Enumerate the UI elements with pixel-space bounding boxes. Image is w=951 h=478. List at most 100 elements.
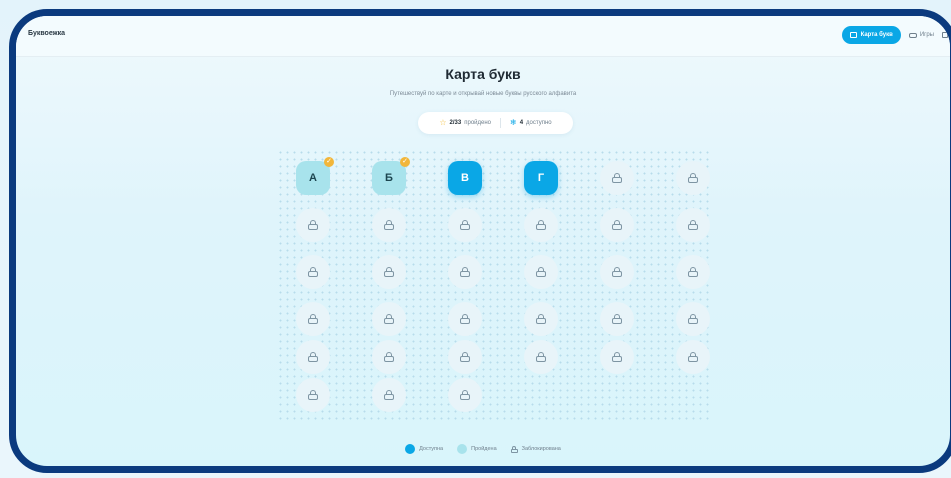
locked-letter-tile[interactable] [448, 302, 482, 336]
legend-item-available: Доступна [405, 444, 443, 454]
locked-letter-tile[interactable] [372, 208, 406, 242]
letter-label: В [461, 172, 469, 184]
locked-letter-tile[interactable] [600, 161, 634, 195]
available-label: доступно [526, 120, 552, 126]
locked-letter-tile[interactable] [296, 208, 330, 242]
locked-letter-tile[interactable] [448, 208, 482, 242]
letter-tile-v[interactable]: В [448, 161, 482, 195]
passed-dot-icon [457, 444, 468, 454]
letter-tile-g[interactable]: Г [524, 161, 558, 195]
lock-icon [384, 220, 394, 230]
nav-item-profile[interactable] [942, 32, 950, 38]
locked-letter-tile[interactable] [676, 255, 710, 289]
available-dot-icon [405, 444, 416, 454]
lock-icon [688, 267, 698, 277]
locked-letter-tile[interactable] [372, 255, 406, 289]
nav-item-letters-map[interactable]: Карта букв [841, 26, 901, 44]
letter-label: Г [537, 172, 545, 184]
available-stat: ❄ 4 доступно [510, 119, 552, 127]
snowflake-icon: ❄ [510, 118, 517, 127]
locked-letter-tile[interactable] [600, 340, 634, 374]
main-nav: Карта букв Игры [841, 26, 950, 44]
locked-letter-tile[interactable] [524, 340, 558, 374]
locked-letter-tile[interactable] [448, 340, 482, 374]
passed-count: 2/33 [449, 120, 462, 126]
locked-letter-tile[interactable] [524, 255, 558, 289]
locked-letter-tile[interactable] [296, 378, 330, 412]
lock-icon [460, 314, 470, 324]
locked-letter-tile[interactable] [676, 340, 710, 374]
letter-tile-a[interactable]: А ✓ [296, 157, 334, 195]
locked-letter-tile[interactable] [296, 302, 330, 336]
letters-map: А ✓ Б ✓ В Г [277, 149, 710, 421]
locked-letter-tile[interactable] [372, 340, 406, 374]
locked-letter-tile[interactable] [372, 378, 406, 412]
lock-icon [536, 352, 546, 362]
legend-label: Доступна [419, 446, 444, 452]
stats-divider [500, 118, 501, 128]
page-subtitle: Путешествуй по карте и открывай новые бу… [389, 91, 577, 97]
lock-icon [460, 352, 470, 362]
lock-icon [536, 314, 546, 324]
nav-item-label: Карта букв [860, 32, 893, 38]
locked-letter-tile[interactable] [448, 255, 482, 289]
locked-letter-tile[interactable] [600, 208, 634, 242]
lock-icon [688, 352, 698, 362]
star-icon: ☆ [439, 118, 447, 127]
letter-label: Б [385, 172, 393, 184]
lock-icon [308, 390, 318, 400]
locked-letter-tile[interactable] [676, 208, 710, 242]
locked-letter-tile[interactable] [372, 302, 406, 336]
lock-icon [612, 173, 622, 183]
locked-letter-tile[interactable] [524, 302, 558, 336]
locked-letter-tile[interactable] [524, 208, 558, 242]
locked-letter-tile[interactable] [296, 255, 330, 289]
map-icon [849, 32, 857, 38]
legend-item-passed: Пройдена [457, 444, 497, 454]
lock-icon [688, 220, 698, 230]
passed-stat: ☆ 2/33 пройдено [439, 119, 491, 127]
lock-icon [308, 352, 318, 362]
check-badge-icon: ✓ [400, 157, 410, 167]
lock-icon [308, 267, 318, 277]
gamepad-icon [908, 32, 917, 38]
lock-icon [612, 314, 622, 324]
top-navbar: Буквоежка Карта букв Игры [16, 16, 950, 57]
lock-icon [384, 390, 394, 400]
locked-letter-tile[interactable] [600, 302, 634, 336]
lock-icon [460, 220, 470, 230]
profile-icon [942, 32, 948, 38]
app-window: Буквоежка Карта букв Игры Карта букв Пут… [9, 9, 951, 473]
progress-stats: ☆ 2/33 пройдено ❄ 4 доступно [418, 112, 573, 134]
legend-label: Пройдена [471, 446, 497, 452]
locked-letter-tile[interactable] [448, 378, 482, 412]
lock-icon [308, 314, 318, 324]
legend-item-locked: Заблокирована [510, 445, 561, 453]
locked-letter-tile[interactable] [676, 161, 710, 195]
letter-tile-b[interactable]: Б ✓ [372, 157, 410, 195]
app-logo[interactable]: Буквоежка [28, 30, 65, 37]
lock-icon [612, 352, 622, 362]
legend-label: Заблокирована [521, 446, 561, 452]
available-count: 4 [519, 120, 524, 126]
locked-letter-tile[interactable] [676, 302, 710, 336]
nav-item-games[interactable]: Игры [908, 32, 934, 38]
lock-icon [308, 220, 318, 230]
lock-icon [384, 314, 394, 324]
lock-icon [384, 267, 394, 277]
lock-icon [612, 267, 622, 277]
page-title: Карта букв [445, 66, 521, 82]
lock-icon [612, 220, 622, 230]
letter-label: А [309, 172, 317, 184]
locked-letter-tile[interactable] [600, 255, 634, 289]
lock-icon [460, 267, 470, 277]
check-badge-icon: ✓ [324, 157, 334, 167]
lock-icon [460, 390, 470, 400]
lock-icon [384, 352, 394, 362]
lock-icon [688, 314, 698, 324]
passed-label: пройдено [464, 120, 491, 126]
lock-icon [688, 173, 698, 183]
nav-item-label: Игры [919, 32, 934, 38]
locked-letter-tile[interactable] [296, 340, 330, 374]
lock-icon [510, 445, 518, 453]
